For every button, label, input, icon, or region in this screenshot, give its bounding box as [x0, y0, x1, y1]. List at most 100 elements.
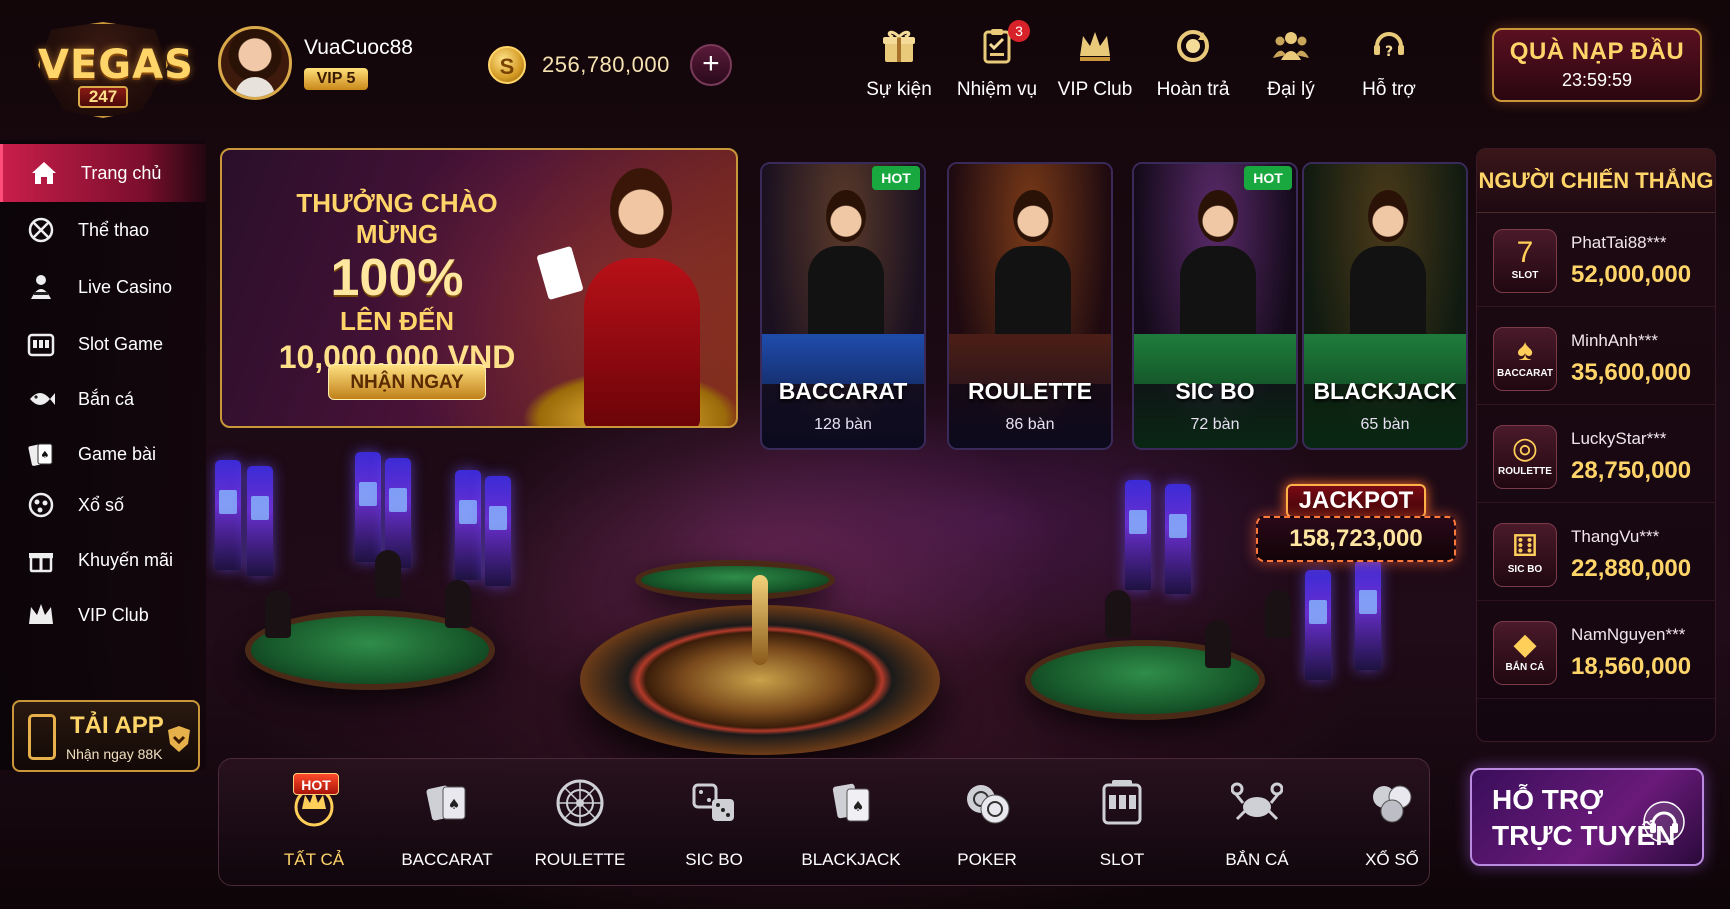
live-support-button[interactable]: HỖ TRỢ TRỰC TUYẾN	[1470, 768, 1704, 866]
vip-badge: VIP 5	[304, 68, 368, 90]
cards-icon: ♠	[426, 785, 466, 821]
vegas247-logo[interactable]: VEGAS 247	[38, 22, 193, 118]
game-name: BLACKJACK	[1313, 378, 1457, 404]
nav-nhiem-vu[interactable]: 3 Nhiệm vụ	[948, 20, 1046, 101]
roulette-game-icon: ◎ ROULETTE	[1493, 425, 1557, 489]
category-label: BACCARAT	[401, 850, 493, 869]
category-label: SIC BO	[685, 850, 743, 869]
category-label: XỔ SỐ	[1365, 850, 1419, 869]
jackpot-display: JACKPOT 158,723,000	[1256, 484, 1456, 570]
dealer-image	[995, 190, 1071, 350]
sidebar-item-game-bai[interactable]: ♠ Game bài	[0, 425, 206, 483]
winner-item[interactable]: ⚅ SIC BO ThangVu*** 22,880,000	[1477, 509, 1715, 601]
table-count: 65 bàn	[1360, 416, 1410, 433]
first-deposit-offer[interactable]: QUÀ NẠP ĐẦU 23:59:59	[1492, 28, 1702, 102]
blackjack-icon: ♠	[832, 783, 870, 822]
category-blackjack[interactable]: ♠ BLACKJACK	[788, 777, 914, 877]
winner-amount: 35,600,000	[1571, 359, 1692, 386]
sidebar-item-label: Slot Game	[78, 333, 164, 354]
promo-line-3: LÊN ĐẾN	[339, 306, 455, 336]
avatar[interactable]	[218, 26, 292, 100]
top-navigation: Sự kiện 3 Nhiệm vụ VIP Club Hoàn trả Đại…	[850, 20, 1438, 101]
download-app-button[interactable]: TẢI APP Nhận ngay 88K	[12, 700, 200, 772]
fish-game-icon: ◆ BẮN CÁ	[1493, 621, 1557, 685]
category-label: ROULETTE	[534, 850, 626, 869]
game-name: BACCARAT	[778, 378, 908, 404]
nav-hoan-tra[interactable]: Hoàn trả	[1144, 26, 1242, 101]
game-card-sic-bo[interactable]: HOT SIC BO 72 bàn	[1132, 162, 1298, 450]
refresh-coin-icon	[1177, 30, 1209, 62]
nav-label: Hoàn trả	[1156, 79, 1230, 100]
promo-model-image	[572, 168, 712, 426]
category-label: BẮN CÁ	[1225, 850, 1289, 869]
dealer-image	[1180, 190, 1256, 350]
winner-name: ThangVu***	[1571, 527, 1660, 546]
agents-icon	[1273, 32, 1309, 60]
game-card-blackjack[interactable]: BLACKJACK 65 bàn	[1302, 162, 1468, 450]
headset-icon	[1643, 801, 1685, 843]
nav-label: Đại lý	[1267, 79, 1315, 100]
category-poker[interactable]: POKER	[924, 777, 1050, 877]
welcome-bonus-banner[interactable]: THƯỞNG CHÀO MỪNG 100% LÊN ĐẾN 10,000,000…	[220, 148, 738, 428]
fish-icon	[30, 393, 55, 405]
winner-amount: 52,000,000	[1571, 261, 1692, 288]
sidebar-item-label: Thể thao	[78, 219, 150, 240]
sidebar-item-khuyen-mai[interactable]: Khuyến mãi	[0, 531, 206, 589]
winner-name: PhatTai88***	[1571, 233, 1667, 252]
nav-ho-tro[interactable]: ? Hỗ trợ	[1340, 26, 1438, 101]
winner-name: MinhAnh***	[1571, 331, 1658, 350]
winner-item[interactable]: ♠ BACCARAT MinhAnh*** 35,600,000	[1477, 313, 1715, 405]
dealer-image	[808, 190, 884, 350]
svg-text:♠: ♠	[852, 799, 865, 815]
sidebar-item-label: Khuyến mãi	[78, 549, 174, 570]
category-sic-bo[interactable]: SIC BO	[651, 777, 777, 877]
winner-item[interactable]: 7 SLOT PhatTai88*** 52,000,000	[1477, 215, 1715, 307]
category-xo-so[interactable]: XỔ SỐ	[1329, 777, 1455, 877]
nav-vip-club[interactable]: VIP Club	[1046, 26, 1144, 101]
category-ban-ca[interactable]: BẮN CÁ	[1194, 777, 1320, 877]
app-subtitle: Nhận ngay 88K	[66, 746, 163, 762]
coin-icon: S	[488, 46, 526, 84]
home-icon	[32, 162, 56, 184]
lottery-icon	[28, 492, 54, 518]
dealer-icon	[31, 275, 51, 299]
category-label: SLOT	[1099, 850, 1145, 869]
winner-amount: 28,750,000	[1571, 457, 1692, 484]
sidebar-item-label: Live Casino	[78, 276, 173, 297]
sidebar-item-ban-ca[interactable]: Bắn cá	[0, 370, 206, 428]
sidebar-item-trang-chu[interactable]: Trang chủ	[0, 144, 206, 202]
sidebar-item-vip-club[interactable]: VIP Club	[0, 586, 206, 644]
balance-box: S 256,780,000 +	[488, 44, 732, 86]
mission-badge: 3	[1008, 20, 1030, 42]
sidebar-item-label: Game bài	[78, 443, 157, 464]
category-label: POKER	[957, 850, 1017, 869]
category-roulette[interactable]: ROULETTE	[517, 777, 643, 877]
sidebar-item-xo-so[interactable]: Xổ số	[0, 476, 206, 534]
nav-label: Sự kiện	[866, 79, 932, 100]
crab-icon	[1230, 782, 1284, 821]
category-baccarat[interactable]: ♠ BACCARAT	[384, 777, 510, 877]
nav-su-kien[interactable]: Sự kiện	[850, 26, 948, 101]
deposit-plus-button[interactable]: +	[689, 44, 732, 86]
balance-value: 256,780,000	[542, 52, 670, 77]
category-tat-ca[interactable]: HOT TẤT CẢ	[251, 773, 377, 877]
sidebar-item-the-thao[interactable]: Thể thao	[0, 201, 206, 259]
nav-dai-ly[interactable]: Đại lý	[1242, 26, 1340, 101]
support-line-1: HỖ TRỢ	[1492, 784, 1603, 815]
winner-item[interactable]: ◆ BẮN CÁ NamNguyen*** 18,560,000	[1477, 607, 1715, 699]
game-name: SIC BO	[1175, 378, 1255, 404]
jackpot-value: 158,723,000	[1256, 516, 1456, 562]
promo-line-1: THƯỞNG CHÀO MỪNG	[296, 188, 498, 249]
hot-tag: HOT	[1244, 166, 1292, 190]
first-deposit-title: QUÀ NẠP ĐẦU	[1509, 38, 1685, 65]
game-card-roulette[interactable]: ROULETTE 86 bàn	[947, 162, 1113, 450]
category-slot[interactable]: SLOT	[1059, 777, 1185, 877]
game-card-baccarat[interactable]: HOT BACCARAT 128 bàn	[760, 162, 926, 450]
sidebar-item-live-casino[interactable]: Live Casino	[0, 258, 206, 316]
sidebar-item-slot-game[interactable]: Slot Game	[0, 315, 206, 373]
claim-now-button[interactable]: NHẬN NGAY	[328, 364, 486, 400]
table-count: 86 bàn	[1005, 416, 1055, 433]
winner-item[interactable]: ◎ ROULETTE LuckyStar*** 28,750,000	[1477, 411, 1715, 503]
phone-icon	[28, 714, 56, 760]
crown-icon	[29, 604, 53, 624]
